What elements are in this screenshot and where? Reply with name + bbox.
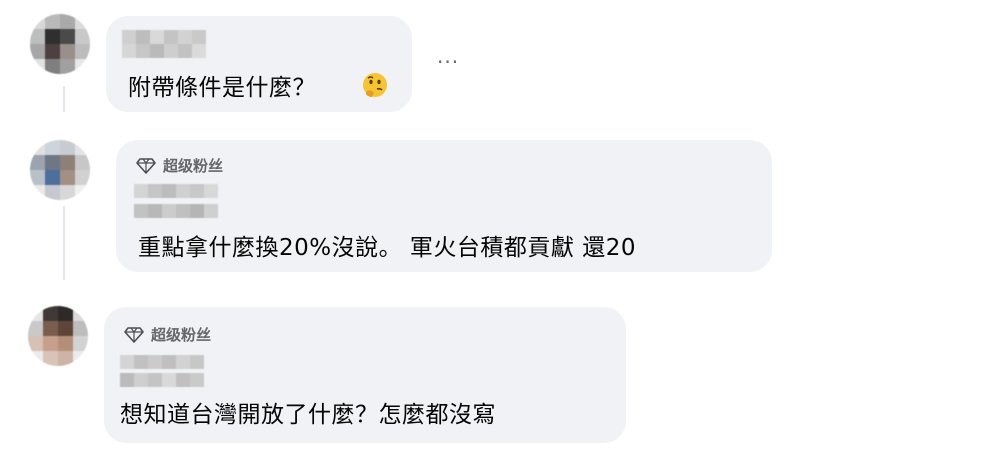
thinking-face-emoji — [363, 73, 387, 97]
comment-text: 重點拿什麼換20%沒說。 軍火台積都貢獻 還20 — [138, 235, 637, 261]
badge-label: 超级粉丝 — [151, 326, 212, 344]
commenter-name-blurred[interactable] — [120, 355, 208, 391]
thread-line — [63, 86, 65, 112]
super-fan-badge[interactable]: 超级粉丝 — [124, 324, 211, 345]
commenter-name-blurred[interactable] — [122, 30, 206, 58]
avatar[interactable] — [30, 14, 90, 74]
avatar[interactable] — [28, 306, 88, 366]
comment-text: 想知道台灣開放了什麼？怎麼都沒寫 — [120, 402, 496, 428]
more-options-button[interactable]: ··· — [437, 50, 459, 74]
comment-bubble: 超级粉丝 想知道台灣開放了什麼？怎麼都沒寫 — [104, 307, 626, 443]
avatar[interactable] — [30, 140, 90, 200]
super-fan-badge[interactable]: 超级粉丝 — [136, 155, 223, 176]
badge-label: 超级粉丝 — [163, 157, 224, 175]
commenter-name-blurred[interactable] — [134, 184, 222, 224]
comment-bubble: 附帶條件是什麼？ — [106, 16, 412, 112]
diamond-icon — [124, 326, 144, 343]
comment-text: 附帶條件是什麼？ — [128, 75, 316, 101]
thread-line — [63, 206, 65, 280]
comment-bubble: 超级粉丝 重點拿什麼換20%沒說。 軍火台積都貢獻 還20 — [116, 140, 772, 272]
diamond-icon — [136, 157, 156, 174]
